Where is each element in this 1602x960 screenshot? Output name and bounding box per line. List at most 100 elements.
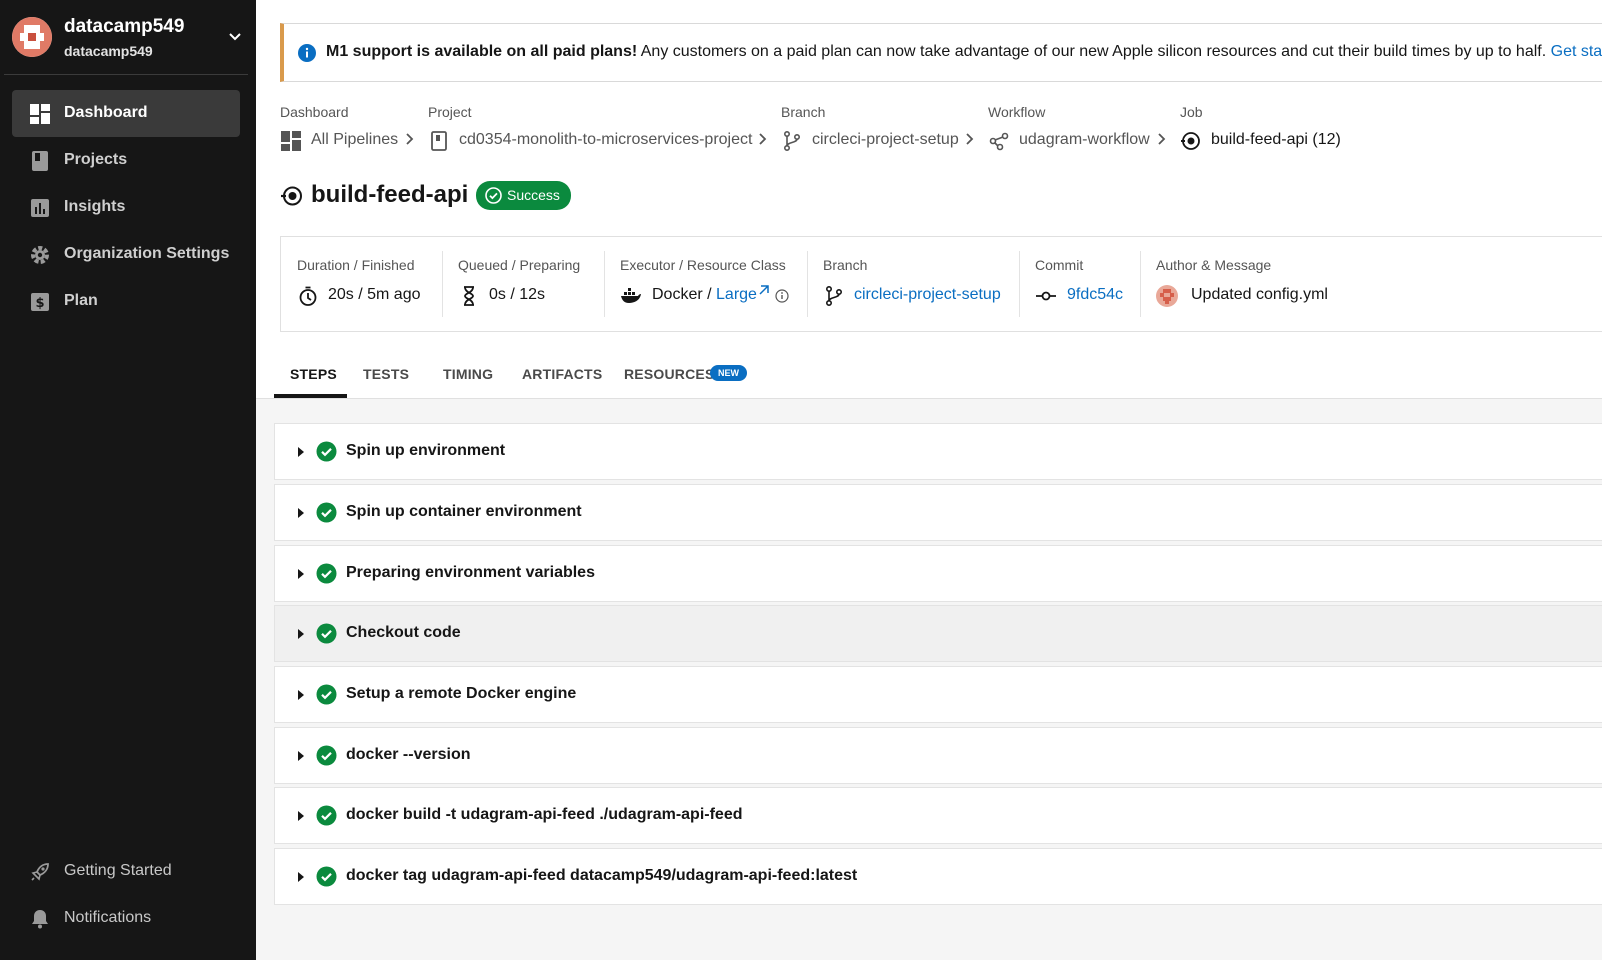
breadcrumb-label: Dashboard — [280, 104, 349, 120]
stopwatch-icon — [299, 286, 317, 306]
sidebar-item-getting-started[interactable]: Getting Started — [12, 848, 240, 895]
status-label: Success — [507, 187, 560, 203]
tab-tests[interactable]: TESTS — [363, 366, 409, 382]
commit-field: Commit 9fdc54c — [1019, 237, 1140, 331]
org-subtitle: datacamp549 — [64, 43, 153, 59]
chevron-right-icon — [406, 133, 414, 145]
check-circle-icon — [316, 745, 337, 766]
sidebar-item-projects[interactable]: Projects — [12, 137, 240, 184]
check-circle-icon — [485, 187, 502, 204]
insights-icon — [31, 199, 49, 217]
sidebar-item-dashboard[interactable]: Dashboard — [12, 90, 240, 137]
queued-label: Queued / Preparing — [458, 257, 581, 273]
breadcrumb-value[interactable]: udagram-workflow — [1019, 131, 1150, 149]
branch-field: Branch circleci-project-setup — [807, 237, 1019, 331]
breadcrumb-label: Branch — [781, 104, 826, 120]
duration-field: Duration / Finished 20s / 5m ago — [281, 237, 442, 331]
breadcrumb-label: Workflow — [988, 104, 1046, 120]
breadcrumb-dashboard[interactable]: Dashboard All Pipelines — [280, 104, 398, 151]
branch-icon — [825, 285, 843, 307]
chevron-down-icon[interactable] — [225, 27, 245, 47]
breadcrumb-branch[interactable]: Branch circleci-project-setup — [781, 104, 959, 152]
step-row[interactable]: Checkout code — [274, 605, 1602, 662]
main-content: M1 support is available on all paid plan… — [256, 0, 1602, 960]
step-label: Preparing environment variables — [346, 564, 595, 581]
sidebar-item-organization-settings[interactable]: Organization Settings — [12, 231, 240, 278]
workflow-icon — [989, 132, 1009, 151]
sidebar-item-notifications[interactable]: Notifications — [12, 895, 240, 942]
sidebar: datacamp549 datacamp549 Dashboard Projec… — [0, 0, 256, 960]
sidebar-item-label: Notifications — [64, 909, 152, 926]
resource-class-link[interactable]: Large — [716, 286, 757, 303]
breadcrumb-value[interactable]: cd0354-monolith-to-microservices-project — [459, 131, 752, 149]
sidebar-item-label: Organization Settings — [64, 245, 230, 262]
executor-label: Executor / Resource Class — [620, 257, 786, 273]
check-circle-icon — [316, 684, 337, 705]
active-tab-indicator — [274, 394, 347, 398]
step-row[interactable]: docker tag udagram-api-feed datacamp549/… — [274, 848, 1602, 905]
caret-right-icon — [298, 690, 304, 700]
breadcrumb-value[interactable]: All Pipelines — [311, 131, 398, 149]
get-started-link[interactable]: Get started — [1551, 43, 1602, 60]
caret-right-icon — [298, 447, 304, 457]
breadcrumb: Dashboard All Pipelines Project cd0354-m… — [280, 104, 1580, 164]
job-icon — [1181, 132, 1200, 150]
tab-resources[interactable]: RESOURCES — [624, 366, 714, 382]
step-row[interactable]: Preparing environment variables — [274, 545, 1602, 602]
sidebar-item-plan[interactable]: $ Plan — [12, 278, 240, 325]
sidebar-item-insights[interactable]: Insights — [12, 184, 240, 231]
banner-message: M1 support is available on all paid plan… — [326, 43, 1602, 61]
executor-field: Executor / Resource Class Docker / Large — [604, 237, 807, 331]
author-field: Author & Message Updated config.yml — [1140, 237, 1440, 331]
branch-label: Branch — [823, 257, 868, 273]
job-header: build-feed-api Success — [280, 180, 880, 220]
breadcrumb-job: Job build-feed-api (12) — [1180, 104, 1341, 150]
bell-icon — [32, 910, 48, 929]
info-icon — [298, 44, 316, 62]
projects-icon — [32, 151, 48, 171]
step-row[interactable]: Spin up container environment — [274, 484, 1602, 541]
tab-steps[interactable]: STEPS — [290, 366, 337, 382]
announcement-banner: M1 support is available on all paid plan… — [280, 23, 1602, 82]
column-divider — [1140, 251, 1141, 317]
breadcrumb-value[interactable]: circleci-project-setup — [812, 131, 959, 149]
breadcrumb-workflow[interactable]: Workflow udagram-workflow — [988, 104, 1150, 151]
column-divider — [442, 251, 443, 317]
job-tabs: STEPS TESTS TIMING ARTIFACTS RESOURCES N… — [256, 354, 1602, 399]
org-name: datacamp549 — [64, 16, 185, 37]
project-icon — [431, 131, 447, 151]
steps-list: Spin up environment Spin up container en… — [256, 399, 1602, 960]
step-label: Spin up container environment — [346, 503, 582, 520]
sidebar-item-label: Insights — [64, 198, 126, 215]
executor-type: Docker / — [652, 286, 717, 303]
chevron-right-icon — [1158, 133, 1166, 145]
chevron-right-icon — [759, 133, 767, 145]
external-link-icon[interactable] — [758, 285, 769, 296]
dashboard-icon — [30, 104, 50, 124]
breadcrumb-label: Job — [1180, 104, 1203, 120]
org-switcher[interactable]: datacamp549 datacamp549 — [12, 14, 244, 60]
svg-text:$: $ — [35, 296, 44, 311]
step-row[interactable]: docker --version — [274, 727, 1602, 784]
step-row[interactable]: Setup a remote Docker engine — [274, 666, 1602, 723]
commit-link[interactable]: 9fdc54c — [1067, 286, 1123, 304]
caret-right-icon — [298, 629, 304, 639]
job-details-panel: Duration / Finished 20s / 5m ago Queued … — [280, 236, 1602, 332]
tab-artifacts[interactable]: ARTIFACTS — [522, 366, 602, 382]
step-row[interactable]: docker build -t udagram-api-feed ./udagr… — [274, 787, 1602, 844]
page-title: build-feed-api — [311, 181, 469, 208]
dashboard-icon — [281, 131, 301, 151]
tab-timing[interactable]: TIMING — [443, 366, 493, 382]
check-circle-icon — [316, 441, 337, 462]
breadcrumb-project[interactable]: Project cd0354-monolith-to-microservices… — [428, 104, 752, 151]
caret-right-icon — [298, 751, 304, 761]
branch-link[interactable]: circleci-project-setup — [854, 286, 1001, 304]
breadcrumb-label: Project — [428, 104, 472, 120]
check-circle-icon — [316, 563, 337, 584]
step-label: Checkout code — [346, 624, 461, 641]
info-icon[interactable] — [775, 289, 789, 303]
org-avatar — [12, 17, 52, 57]
step-label: docker --version — [346, 746, 471, 763]
step-row[interactable]: Spin up environment — [274, 423, 1602, 480]
queued-field: Queued / Preparing 0s / 12s — [442, 237, 604, 331]
